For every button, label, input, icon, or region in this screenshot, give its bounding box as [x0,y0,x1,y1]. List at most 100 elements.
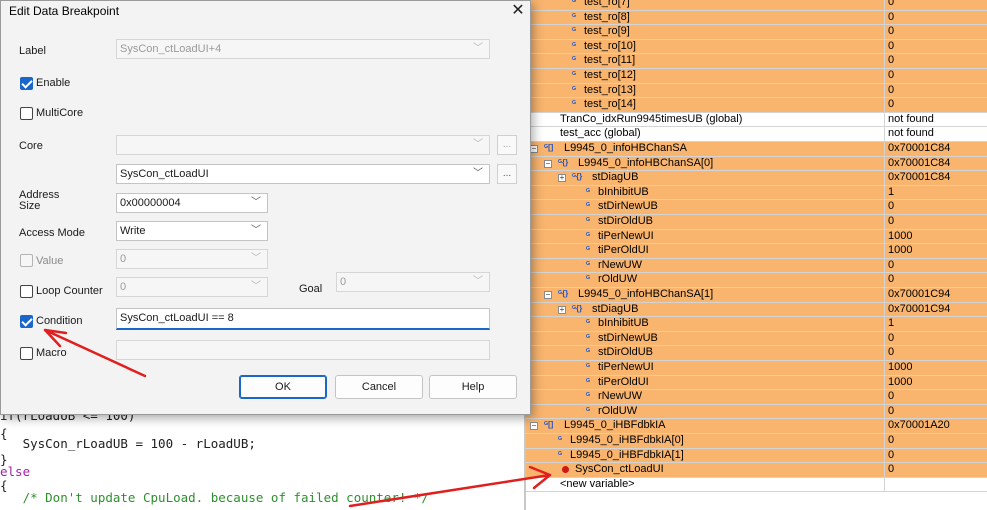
watch-name-cell[interactable]: ᴳ L9945_0_iHBFdbkIA[1] [526,448,884,463]
watch-name-cell[interactable]: ᴳ stDirOldUB [526,215,884,229]
watch-value[interactable]: 0 [884,331,987,346]
watch-value[interactable]: 0 [884,0,987,10]
ok-button[interactable]: OK [239,375,327,399]
watch-name-cell[interactable]: − ᴳ{} L9945_0_infoHBChanSA[0] [526,156,884,171]
watch-value[interactable]: 0 [884,390,987,404]
watch-row[interactable]: <new variable> [526,477,987,493]
watch-name-cell[interactable]: ᴳ rNewUW [526,258,884,273]
watch-name-cell[interactable]: ᴳ test_ro[7] [526,0,884,10]
watch-row[interactable]: ᴳ test_ro[9] 0 [526,25,987,40]
watch-value[interactable]: 0x70001C84 [884,142,987,156]
loop-counter-checkbox[interactable] [20,285,33,298]
watch-row[interactable]: ᴳ stDirNewUB 0 [526,331,987,347]
watch-name-cell[interactable]: + ᴳ{} stDiagUB [526,302,884,317]
watch-row[interactable]: ᴳ L9945_0_iHBFdbkIA[1] 0 [526,448,987,464]
collapse-icon[interactable]: − [530,145,538,153]
watch-row[interactable]: ᴳ stDirNewUB 0 [526,200,987,215]
watch-row[interactable]: − ᴳ{} L9945_0_infoHBChanSA[1] 0x70001C94 [526,288,987,303]
watch-name-cell[interactable]: ᴳ test_ro[13] [526,83,884,98]
help-button[interactable]: Help [429,375,517,399]
watch-value[interactable]: 1 [884,185,987,200]
watch-value[interactable]: 0x70001A20 [884,419,987,433]
watch-value[interactable]: 0 [884,346,987,360]
watch-table[interactable]: ᴳ test_ro[7] 0 ᴳ test_ro[8] 0 ᴳ test_ro[9] 0 ᴳ tes… [526,0,987,510]
watch-name-cell[interactable]: ᴳ tiPerOldUI [526,375,884,390]
watch-name-cell[interactable]: − ᴳ[] L9945_0_iHBFdbkIA [526,419,884,433]
watch-value[interactable] [884,477,987,492]
watch-row[interactable]: test_acc (global) not found [526,127,987,142]
watch-row[interactable]: ᴳ test_ro[10] 0 [526,39,987,55]
watch-row[interactable]: − ᴳ[] L9945_0_iHBFdbkIA 0x70001A20 [526,419,987,434]
watch-row[interactable]: ᴳ stDirOldUB 0 [526,215,987,230]
watch-name-cell[interactable]: ᴳ bInhibitUB [526,185,884,200]
watch-value[interactable]: 0 [884,448,987,463]
watch-row[interactable]: ᴳ bInhibitUB 1 [526,185,987,201]
watch-value[interactable]: 0x70001C84 [884,156,987,171]
collapse-icon[interactable]: − [544,291,552,299]
watch-value[interactable]: 1000 [884,229,987,244]
watch-value[interactable]: 0 [884,215,987,229]
watch-value[interactable]: 1 [884,317,987,331]
watch-name-cell[interactable]: TranCo_idxRun9945timesUB (global) [526,113,884,127]
watch-value[interactable]: 0 [884,434,987,448]
variable-browse-button[interactable]: ... [497,164,517,184]
condition-checkbox[interactable] [20,315,33,328]
size-select[interactable]: 0x00000004 ﹀ [116,193,268,213]
access-mode-select[interactable]: Write ﹀ [116,221,268,241]
watch-row[interactable]: ᴳ test_ro[13] 0 [526,83,987,99]
watch-name-cell[interactable]: ᴳ tiPerOldUI [526,244,884,258]
watch-value[interactable]: 0 [884,39,987,54]
watch-row[interactable]: ᴳ bInhibitUB 1 [526,317,987,332]
watch-value[interactable]: 0 [884,69,987,83]
watch-value[interactable]: 0 [884,200,987,214]
watch-row[interactable]: ᴳ tiPerOldUI 1000 [526,244,987,259]
expand-icon[interactable]: + [558,305,566,314]
watch-row[interactable]: ᴳ rOldUW 0 [526,404,987,420]
watch-value[interactable]: 0 [884,258,987,273]
variable-select[interactable]: SysCon_ctLoadUI ﹀ [116,164,490,184]
watch-row[interactable]: ᴳ test_ro[11] 0 [526,54,987,69]
cancel-button[interactable]: Cancel [335,375,423,399]
watch-row[interactable]: + ᴳ{} stDiagUB 0x70001C94 [526,302,987,318]
watch-value[interactable]: not found [884,127,987,141]
watch-name-cell[interactable]: ᴳ test_ro[12] [526,69,884,83]
watch-name-cell[interactable]: + ᴳ{} stDiagUB [526,171,884,185]
watch-row[interactable]: ᴳ test_ro[7] 0 [526,0,987,11]
watch-row[interactable]: SysCon_ctLoadUI 0 [526,463,987,478]
watch-row[interactable]: − ᴳ[] L9945_0_infoHBChanSA 0x70001C84 [526,142,987,157]
watch-value[interactable]: 0x70001C94 [884,288,987,302]
watch-name-cell[interactable]: ᴳ L9945_0_iHBFdbkIA[0] [526,434,884,448]
watch-row[interactable]: ᴳ test_ro[8] 0 [526,10,987,26]
watch-value[interactable]: 0x70001C84 [884,171,987,185]
watch-name-cell[interactable]: ᴳ test_ro[14] [526,98,884,112]
watch-name-cell[interactable]: ᴳ bInhibitUB [526,317,884,331]
multicore-checkbox[interactable] [20,107,33,120]
watch-name-cell[interactable]: ᴳ test_ro[11] [526,54,884,68]
watch-name-cell[interactable]: ᴳ test_ro[10] [526,39,884,54]
watch-row[interactable]: ᴳ tiPerOldUI 1000 [526,375,987,391]
watch-value[interactable]: 0 [884,83,987,98]
watch-row[interactable]: ᴳ rNewUW 0 [526,390,987,405]
watch-value[interactable]: 1000 [884,375,987,390]
enable-checkbox[interactable] [20,77,33,90]
watch-value[interactable]: 0 [884,273,987,287]
watch-name-cell[interactable]: ᴳ test_ro[8] [526,10,884,25]
watch-value[interactable]: 0 [884,25,987,39]
watch-value[interactable]: 1000 [884,244,987,258]
watch-name-cell[interactable]: ᴳ tiPerNewUI [526,361,884,375]
macro-checkbox[interactable] [20,347,33,360]
watch-name-cell[interactable]: ᴳ tiPerNewUI [526,229,884,244]
watch-name-cell[interactable]: ᴳ rOldUW [526,273,884,287]
watch-value[interactable]: 0 [884,98,987,112]
watch-value[interactable]: 0 [884,463,987,477]
watch-row[interactable]: ᴳ rOldUW 0 [526,273,987,288]
watch-value[interactable]: not found [884,112,987,127]
watch-value[interactable]: 1000 [884,361,987,375]
watch-name-cell[interactable]: ᴳ rNewUW [526,390,884,404]
expand-icon[interactable]: + [558,174,566,183]
watch-row[interactable]: ᴳ L9945_0_iHBFdbkIA[0] 0 [526,434,987,449]
watch-row[interactable]: − ᴳ{} L9945_0_infoHBChanSA[0] 0x70001C84 [526,156,987,172]
collapse-icon[interactable]: − [530,422,538,431]
watch-name-cell[interactable]: SysCon_ctLoadUI [526,463,884,477]
watch-row[interactable]: ᴳ tiPerNewUI 1000 [526,361,987,376]
